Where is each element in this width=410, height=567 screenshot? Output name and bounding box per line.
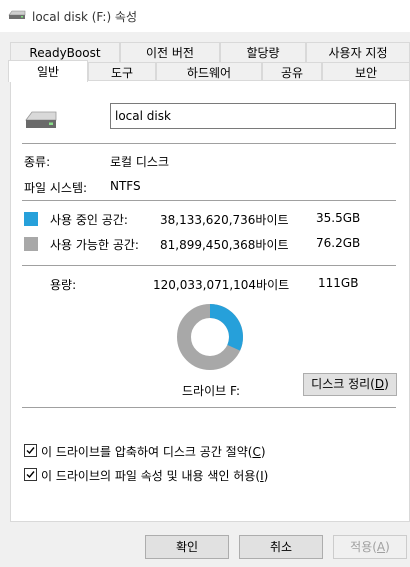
compress-accesskey: C [252, 445, 261, 459]
divider [22, 143, 396, 144]
used-space-bytes: 38,133,620,736바이트 [160, 213, 289, 227]
used-space-label: 사용 중인 공간: [50, 213, 128, 227]
usage-donut-chart [177, 304, 243, 370]
tab-tools[interactable]: 도구 [88, 62, 156, 82]
filesystem-value: NTFS [110, 179, 141, 193]
ok-button[interactable]: 확인 [145, 535, 229, 559]
tab-sharing[interactable]: 공유 [262, 62, 322, 82]
drive-letter-label: 드라이브 F: [182, 384, 240, 398]
used-space-size: 35.5GB [316, 211, 361, 225]
drive-icon [8, 10, 26, 19]
tab-readyboost[interactable]: ReadyBoost [10, 42, 120, 62]
checkmark-icon [26, 471, 35, 479]
tab-previous-versions[interactable]: 이전 버전 [120, 42, 220, 62]
drive-name-input[interactable] [110, 103, 396, 129]
index-checkbox[interactable] [24, 468, 37, 481]
apply-text: 적용( [350, 540, 377, 554]
divider [22, 200, 396, 201]
apply-button[interactable]: 적용(A) [333, 535, 407, 559]
tab-general[interactable]: 일반 [8, 60, 88, 82]
disk-cleanup-close: ) [384, 377, 389, 391]
compress-label[interactable]: 이 드라이브를 압축하여 디스크 공간 절약(C) [41, 443, 266, 460]
type-label: 종류: [24, 155, 51, 169]
title-bar: local disk (F:) 속성 [0, 0, 410, 32]
free-space-swatch [24, 237, 38, 251]
used-space-swatch [24, 212, 38, 226]
type-value: 로컬 디스크 [110, 155, 170, 169]
divider [22, 265, 396, 266]
divider [22, 407, 396, 408]
cancel-button[interactable]: 취소 [239, 535, 323, 559]
checkmark-icon [26, 447, 35, 455]
compress-text: 이 드라이브를 압축하여 디스크 공간 절약( [41, 445, 253, 459]
index-text: 이 드라이브의 파일 속성 및 내용 색인 허용( [41, 469, 261, 483]
index-label[interactable]: 이 드라이브의 파일 속성 및 내용 색인 허용(I) [41, 467, 268, 484]
free-space-label: 사용 가능한 공간: [50, 238, 139, 252]
apply-close: ) [385, 540, 390, 554]
window-title: local disk (F:) 속성 [32, 10, 138, 24]
apply-accesskey: A [376, 540, 386, 554]
tab-quota[interactable]: 할당량 [220, 42, 306, 62]
tab-customize[interactable]: 사용자 지정 [306, 42, 410, 62]
compress-checkbox[interactable] [24, 444, 37, 457]
disk-cleanup-button[interactable]: 디스크 정리(D) [303, 373, 397, 396]
drive-large-icon [25, 111, 57, 128]
capacity-bytes: 120,033,071,104바이트 [153, 278, 290, 292]
used-space-arc [209, 304, 243, 351]
index-close: ) [263, 469, 269, 483]
free-space-bytes: 81,899,450,368바이트 [160, 238, 289, 252]
capacity-size: 111GB [318, 276, 359, 290]
capacity-label: 용량: [50, 278, 77, 292]
free-space-size: 76.2GB [316, 236, 361, 250]
filesystem-label: 파일 시스템: [24, 181, 88, 195]
tab-security[interactable]: 보안 [322, 62, 410, 82]
compress-close: ) [260, 445, 266, 459]
disk-cleanup-text: 디스크 정리( [311, 377, 375, 391]
disk-cleanup-accesskey: D [374, 377, 385, 391]
tab-hardware[interactable]: 하드웨어 [156, 62, 262, 82]
